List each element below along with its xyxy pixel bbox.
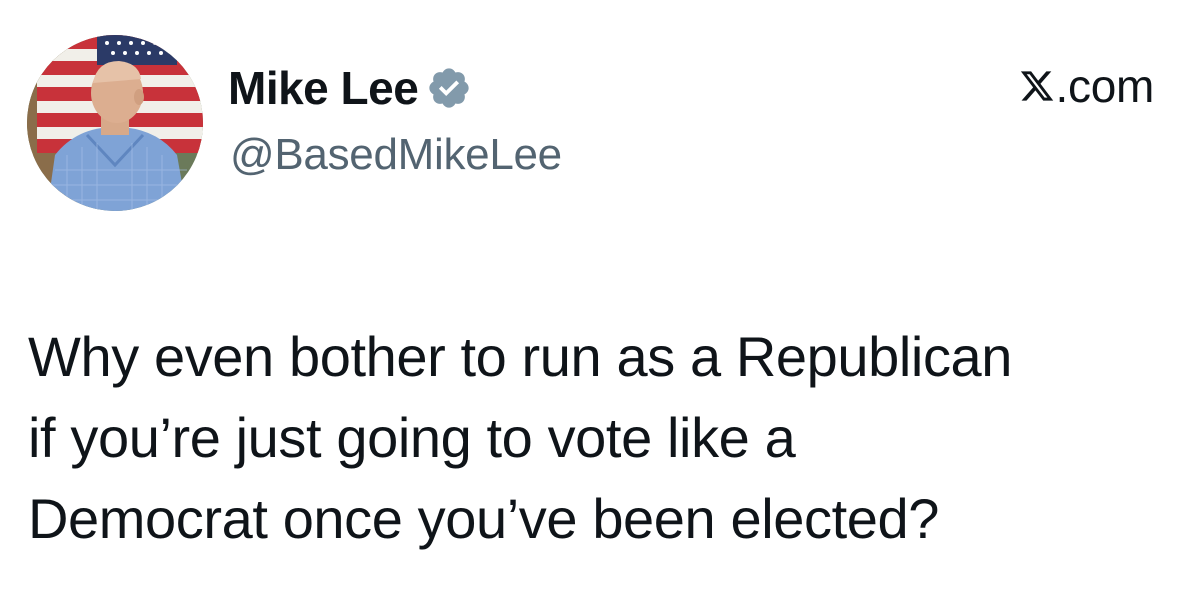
- source-domain-text: .com: [1055, 60, 1155, 112]
- verified-badge-icon: [429, 68, 469, 108]
- author-handle[interactable]: @BasedMikeLee: [230, 133, 562, 177]
- tweet-text-line: Why even bother to run as a Republican: [28, 325, 1013, 388]
- profile-photo-icon: [27, 35, 203, 211]
- tweet-text-line: if you’re just going to vote like a: [28, 406, 796, 469]
- tweet-text: Why even bother to run as a Republican i…: [28, 316, 1178, 559]
- source-label[interactable]: .com: [1019, 63, 1154, 109]
- x-logo-icon: [1020, 71, 1053, 101]
- display-name[interactable]: Mike Lee: [228, 65, 419, 111]
- tweet-card: Mike Lee @BasedMikeLee .com Why even bot…: [0, 0, 1200, 603]
- tweet-text-line: Democrat once you’ve been elected?: [28, 487, 939, 550]
- author-name-row: Mike Lee: [228, 58, 472, 118]
- avatar[interactable]: [27, 35, 203, 211]
